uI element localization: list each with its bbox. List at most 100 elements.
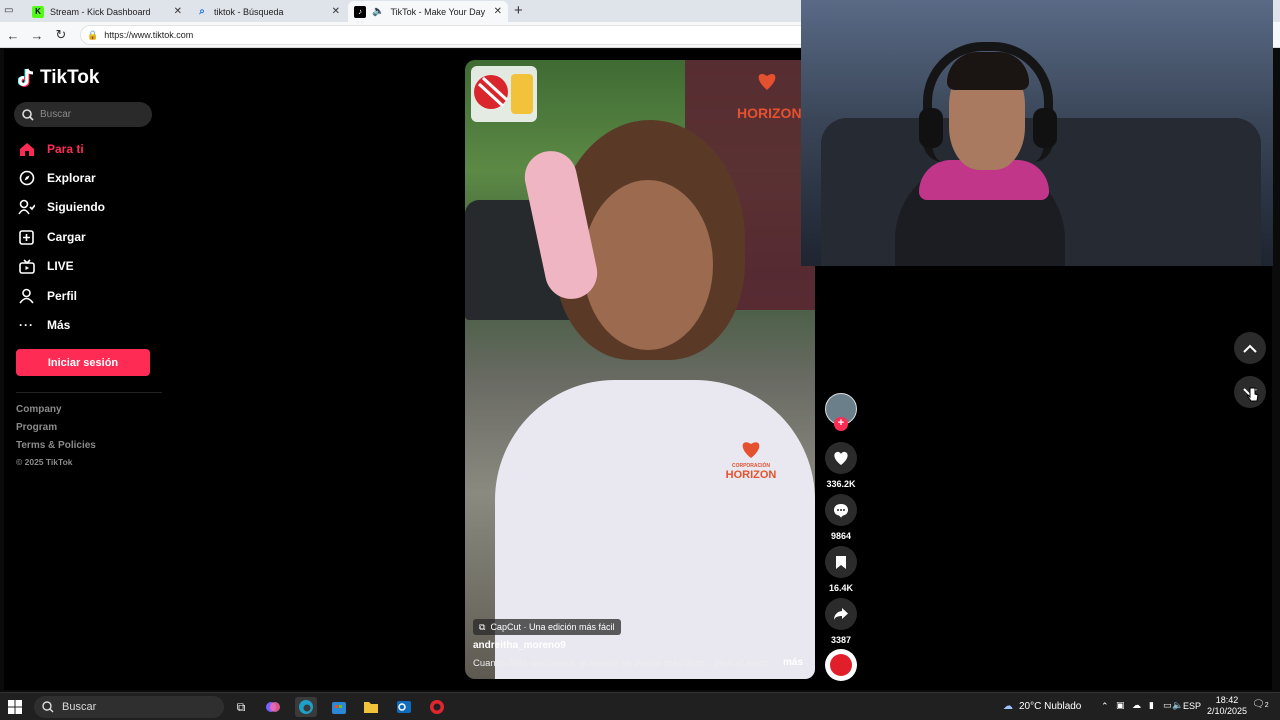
sidebar: TikTok Buscar Para ti Explorar Siguiendo (4, 49, 164, 690)
nav-item-perfil[interactable]: Perfil (18, 286, 77, 306)
chevron-up-icon (1243, 344, 1257, 353)
windows-taskbar: Buscar ⧉ ☁ 20°C Nublado ⌃ ▣ ☁ ▮ ▭ 🔈 ESP … (0, 692, 1280, 720)
back-button[interactable]: ← (4, 26, 22, 44)
previous-video-button[interactable] (1234, 332, 1266, 364)
forward-button[interactable]: → (28, 26, 46, 44)
nav-item-mas[interactable]: ··· Más (18, 315, 70, 335)
close-icon[interactable]: ✕ (494, 6, 502, 17)
capcut-badge[interactable]: ⧉ CapCut · Una edición más fácil (473, 619, 621, 635)
share-count: 3387 (830, 635, 852, 645)
headset-icon (923, 42, 1053, 162)
clock-time: 18:42 (1215, 695, 1239, 705)
windows-start-icon[interactable] (8, 700, 22, 719)
tab-tiktok-search[interactable]: ⌕ tiktok - Búsqueda ✕ (190, 1, 346, 22)
tab-label: tiktok - Búsqueda (214, 6, 284, 17)
clock[interactable]: 18:42 2/10/2025 (1205, 695, 1249, 717)
search-icon (22, 108, 34, 121)
edge-browser-icon[interactable] (295, 697, 317, 717)
more-icon: ··· (19, 318, 34, 332)
nav-item-label: Explorar (47, 171, 96, 185)
notifications-icon[interactable]: 🗨2 (1252, 699, 1269, 710)
like-count: 336.2K (826, 479, 856, 489)
url-field[interactable]: 🔒 https://www.tiktok.com (80, 25, 810, 45)
comment-button[interactable] (825, 494, 857, 526)
file-explorer-icon[interactable] (360, 697, 382, 717)
tiktok-logo[interactable]: TikTok (18, 67, 99, 89)
nav-item-label: LIVE (47, 259, 74, 273)
nav-item-siguiendo[interactable]: Siguiendo (18, 197, 105, 217)
language-indicator[interactable]: ESP (1183, 701, 1201, 711)
nav-item-para-ti[interactable]: Para ti (18, 139, 84, 159)
copyright-text: © 2025 TikTok (16, 457, 73, 467)
save-count: 16.4K (828, 583, 854, 593)
notification-count: 2 (1264, 702, 1269, 709)
close-icon[interactable]: ✕ (332, 6, 340, 17)
search-placeholder: Buscar (40, 109, 72, 120)
tab-label: TikTok - Make Your Day (390, 6, 486, 17)
nav-item-label: Perfil (47, 289, 78, 303)
nav-item-label: Más (47, 318, 71, 332)
outlook-icon[interactable] (393, 697, 415, 717)
divider (16, 392, 162, 393)
nav-item-cargar[interactable]: Cargar (18, 227, 86, 247)
tab-actions-icon[interactable]: ▭ (4, 5, 18, 17)
heart-icon (834, 451, 848, 465)
video-author[interactable]: andreitha_moreno9 (473, 640, 566, 651)
volume-icon[interactable]: 🔈 (1172, 700, 1183, 711)
cloud-icon: ☁ (1003, 701, 1013, 712)
music-disc-icon (830, 654, 852, 676)
video-player[interactable]: HORIZON CORPORACIÓN HORIZON ⧉ CapCut · U… (465, 60, 815, 679)
share-icon (834, 608, 848, 620)
network-icon[interactable]: ▭ (1163, 700, 1172, 711)
shirt-logo-bottom: HORIZON (725, 469, 777, 481)
footer-link-program[interactable]: Program (16, 422, 57, 433)
video-corner-logo (471, 66, 537, 122)
close-icon[interactable]: ✕ (174, 6, 182, 17)
search-input[interactable]: Buscar (14, 102, 152, 127)
microphone-icon[interactable]: ▮ (1149, 700, 1154, 711)
copilot-icon[interactable] (262, 697, 284, 717)
share-button[interactable] (825, 598, 857, 630)
site-info-icon[interactable]: 🔒 (87, 30, 98, 41)
store-icon[interactable] (328, 697, 350, 717)
tab-kick-dashboard[interactable]: K Stream - Kick Dashboard ✕ (26, 1, 188, 22)
tiktok-icon: ♪ (354, 5, 366, 18)
clock-date: 2/10/2025 (1206, 706, 1248, 716)
footer-link-terms[interactable]: Terms & Policies (16, 440, 96, 451)
nav-item-label: Para ti (47, 142, 84, 156)
more-description-button[interactable]: más (783, 657, 803, 668)
tab-label: Stream - Kick Dashboard (50, 6, 151, 17)
login-button[interactable]: Iniciar sesión (16, 349, 150, 376)
taskbar-search[interactable]: Buscar (34, 696, 224, 718)
weather-text: 20°C Nublado (1019, 701, 1082, 712)
tray-app-icon[interactable]: ▣ (1116, 700, 1125, 711)
weather-widget[interactable]: ☁ 20°C Nublado (1003, 701, 1081, 712)
nav-item-live[interactable]: LIVE (18, 256, 74, 276)
music-disc[interactable] (825, 649, 857, 681)
capcut-icon: ⧉ (479, 621, 486, 632)
task-view-icon[interactable]: ⧉ (230, 697, 252, 717)
obs-icon[interactable] (426, 697, 448, 717)
video-person-face (583, 180, 713, 350)
chevron-up-icon[interactable]: ⌃ (1101, 701, 1109, 712)
footer-link-company[interactable]: Company (16, 404, 62, 415)
nav-item-label: Cargar (47, 230, 86, 244)
tab-tiktok-active[interactable]: ♪ 🔈 TikTok - Make Your Day ✕ (348, 1, 508, 22)
comment-icon (834, 503, 848, 517)
new-tab-button[interactable]: + (514, 2, 523, 19)
logo-text: TikTok (40, 67, 100, 88)
follow-plus-icon[interactable]: + (834, 417, 848, 431)
speaker-icon[interactable]: 🔈 (372, 6, 384, 17)
onedrive-icon[interactable]: ☁ (1132, 700, 1141, 711)
nav-item-explorar[interactable]: Explorar (18, 168, 96, 188)
reload-button[interactable]: ↻ (52, 26, 70, 44)
home-icon (18, 141, 35, 158)
upload-icon (18, 229, 35, 246)
profile-icon (18, 288, 35, 305)
bookmark-icon (836, 555, 846, 569)
comment-count: 9864 (830, 531, 852, 541)
headset-left-cup (919, 108, 943, 148)
save-button[interactable] (825, 546, 857, 578)
like-button[interactable] (825, 442, 857, 474)
mouse-cursor-icon (1246, 387, 1259, 403)
